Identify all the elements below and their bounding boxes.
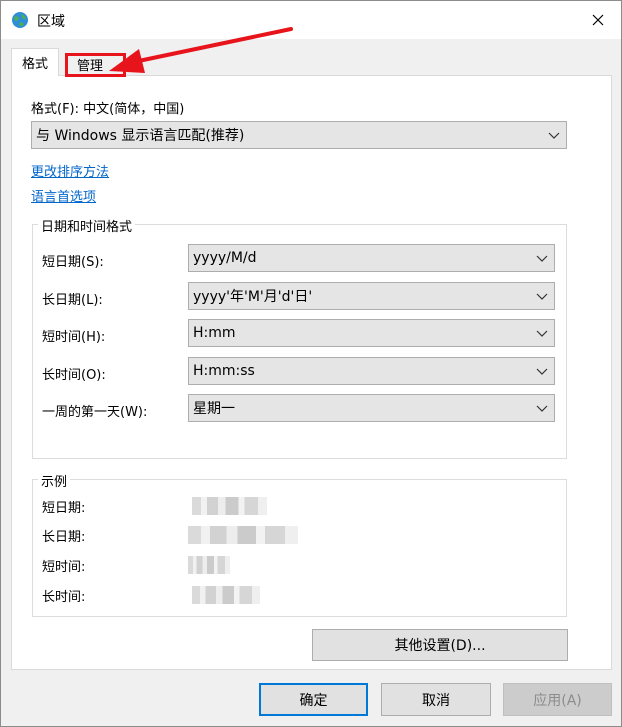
title-bar: 区域 [1,1,621,39]
long-date-value: yyyy'年'M'月'd'日' [193,289,313,305]
example-short-date-label: 短日期: [42,501,86,516]
format-dropdown[interactable]: 与 Windows 显示语言匹配(推荐) [31,121,567,149]
change-sort-link[interactable]: 更改排序方法 [31,161,109,180]
annotation-arrow-icon [109,27,293,73]
short-date-value: yyyy/M/d [193,250,257,266]
chevron-down-icon [536,255,548,262]
globe-icon [11,11,29,29]
short-time-value: H:mm [193,325,236,341]
first-day-of-week-dropdown[interactable]: 星期一 [188,394,555,422]
examples-group [32,479,567,617]
chevron-down-icon [536,368,548,375]
datetime-format-title: 日期和时间格式 [38,216,136,235]
chevron-down-icon [536,405,548,412]
example-long-date-label: 长日期: [42,530,86,545]
chevron-down-icon [536,330,548,337]
example-short-time-value-redacted [188,556,230,574]
other-settings-button[interactable]: 其他设置(D)... [312,629,568,661]
ok-button[interactable]: 确定 [259,683,368,716]
apply-button[interactable]: 应用(A) [503,683,612,716]
language-preferences-link[interactable]: 语言首选项 [31,186,96,205]
close-icon [592,14,604,26]
example-long-time-value-redacted [192,586,260,604]
short-time-dropdown[interactable]: H:mm [188,319,555,347]
window-title: 区域 [37,14,65,30]
chevron-down-icon [548,132,560,139]
example-long-time-label: 长时间: [42,590,86,605]
close-button[interactable] [575,1,621,39]
chevron-down-icon [536,293,548,300]
format-label: 格式(F): 中文(简体，中国) [31,102,185,117]
region-dialog: 区域 格式 管理 格式(F): 中文(简体，中国) 与 Windows 显示语言… [0,0,622,727]
tab-format[interactable]: 格式 [11,48,59,76]
examples-title: 示例 [38,471,71,490]
long-date-dropdown[interactable]: yyyy'年'M'月'd'日' [188,282,555,310]
format-dropdown-value: 与 Windows 显示语言匹配(推荐) [36,128,245,144]
example-long-date-value-redacted [188,526,298,544]
short-date-label: 短日期(S): [42,255,104,270]
format-panel: 格式(F): 中文(简体，中国) 与 Windows 显示语言匹配(推荐) 更改… [11,75,612,670]
first-day-of-week-label: 一周的第一天(W): [42,405,148,420]
long-time-value: H:mm:ss [193,363,255,379]
first-day-of-week-value: 星期一 [193,401,235,417]
example-short-date-value-redacted [192,497,267,515]
long-date-label: 长日期(L): [42,293,103,308]
short-date-dropdown[interactable]: yyyy/M/d [188,244,555,272]
long-time-label: 长时间(O): [42,368,106,383]
short-time-label: 短时间(H): [42,330,106,345]
long-time-dropdown[interactable]: H:mm:ss [188,357,555,385]
cancel-button[interactable]: 取消 [381,683,491,716]
example-short-time-label: 短时间: [42,560,86,575]
